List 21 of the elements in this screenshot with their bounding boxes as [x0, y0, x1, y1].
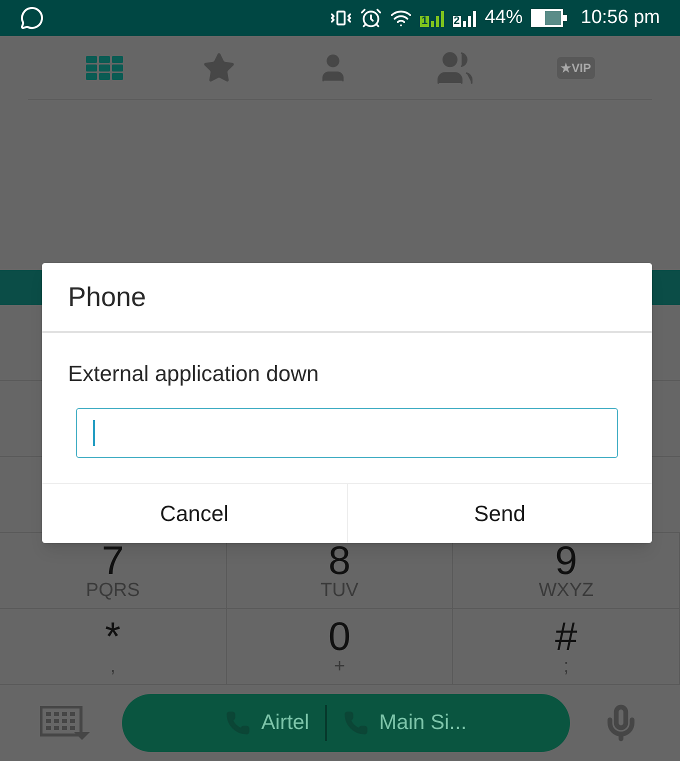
sim-number: 2: [452, 16, 461, 27]
dial-key[interactable]: 0 +: [226, 609, 454, 685]
battery-icon: [530, 9, 567, 27]
vip-tab[interactable]: ★VIP: [556, 56, 595, 78]
dial-key[interactable]: * ,: [0, 609, 227, 685]
call-button[interactable]: Airtel: [217, 707, 318, 739]
sim-number: 1: [420, 16, 429, 27]
keypad-hide-icon[interactable]: [40, 706, 90, 740]
signal-icon: [430, 9, 445, 27]
dialog-title: Phone: [68, 280, 146, 314]
battery-percent: 44%: [484, 6, 523, 30]
dialog-message: External application down: [68, 361, 319, 386]
signal-icon: [462, 9, 477, 27]
dial-key[interactable]: # ;: [453, 609, 680, 685]
text-input-field[interactable]: [76, 408, 618, 458]
chat-bubble-icon: [20, 6, 44, 30]
call-button[interactable]: Main Si...: [335, 707, 475, 739]
alarm-icon: [360, 7, 382, 29]
clock-time: 10:56 pm: [580, 6, 660, 30]
text-cursor: [93, 420, 95, 446]
dialog-button[interactable]: Send: [346, 484, 652, 543]
